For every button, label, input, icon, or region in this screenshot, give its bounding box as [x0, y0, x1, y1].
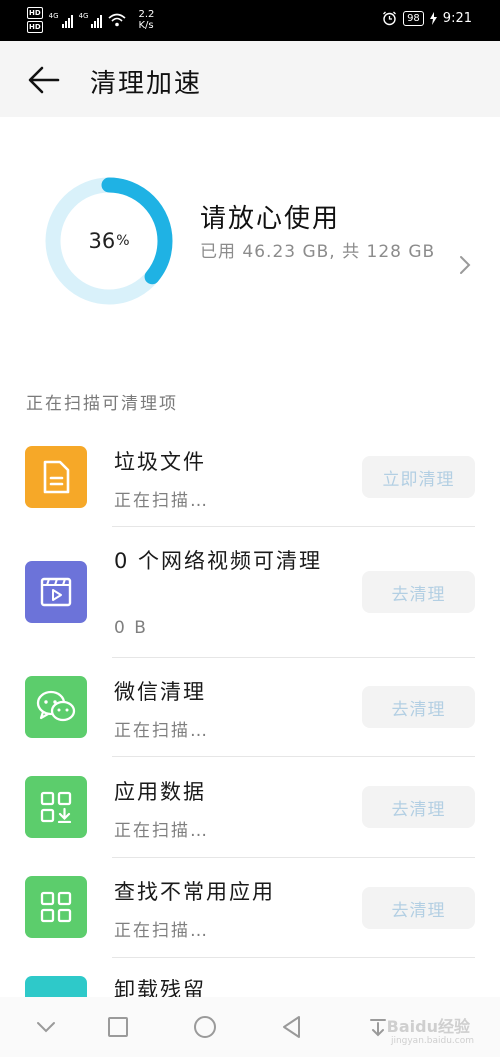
go-clean-button[interactable]: 去清理 [362, 571, 475, 613]
recents-square-icon[interactable] [104, 1013, 132, 1041]
hd-indicator: HD HD [27, 7, 43, 33]
baidu-watermark: Baidu经验 [386, 1017, 470, 1036]
back-arrow-icon[interactable] [28, 65, 60, 95]
apps-grid-icon [25, 876, 87, 938]
go-clean-button[interactable]: 去清理 [362, 786, 475, 828]
storage-percent: 36% [88, 229, 130, 253]
battery-icon: 98 [403, 11, 424, 26]
document-icon [25, 446, 87, 508]
signal-icon-1: 4G [49, 12, 73, 28]
divider [112, 657, 475, 658]
divider [112, 756, 475, 757]
storage-usage-text: 已用 46.23 GB, 共 128 GB [200, 242, 436, 262]
back-triangle-icon[interactable] [278, 1013, 306, 1041]
item-status: 正在扫描… [114, 821, 209, 841]
item-name: 垃圾文件 [114, 450, 206, 474]
item-status: 正在扫描… [114, 921, 209, 941]
chevron-right-icon[interactable] [458, 254, 472, 276]
clean-now-button[interactable]: 立即清理 [362, 456, 475, 498]
item-name: 查找不常用应用 [114, 880, 275, 904]
go-clean-button[interactable]: 去清理 [362, 686, 475, 728]
status-bar: HD HD 4G 4G 2.2 K/s 98 9:21 [0, 0, 500, 41]
alarm-icon [383, 11, 397, 26]
wifi-icon [108, 13, 126, 27]
item-status: 正在扫描… [114, 721, 209, 741]
item-status: 正在扫描… [114, 491, 209, 511]
divider [112, 957, 475, 958]
divider [112, 857, 475, 858]
app-data-icon [25, 776, 87, 838]
item-size: 0 B [114, 618, 148, 638]
signal-icon-2: 4G [79, 12, 103, 28]
item-name: 微信清理 [114, 680, 206, 704]
baidu-watermark-url: jingyan.baidu.com [390, 1036, 474, 1046]
item-name: 应用数据 [114, 780, 206, 804]
app-header: 清理加速 [0, 41, 500, 117]
network-speed: 2.2 K/s [138, 9, 155, 31]
go-clean-button[interactable]: 去清理 [362, 887, 475, 929]
charging-icon [429, 12, 437, 25]
video-icon [25, 561, 87, 623]
scan-section-label: 正在扫描可清理项 [26, 394, 178, 414]
item-name: 0 个网络视频可清理 [114, 549, 323, 573]
chevron-down-icon[interactable] [32, 1013, 60, 1041]
wechat-icon [25, 676, 87, 738]
page-title: 清理加速 [90, 69, 203, 99]
home-circle-icon[interactable] [191, 1013, 219, 1041]
clock: 9:21 [442, 11, 472, 26]
divider [112, 526, 475, 527]
storage-status: 请放心使用 [200, 204, 341, 234]
